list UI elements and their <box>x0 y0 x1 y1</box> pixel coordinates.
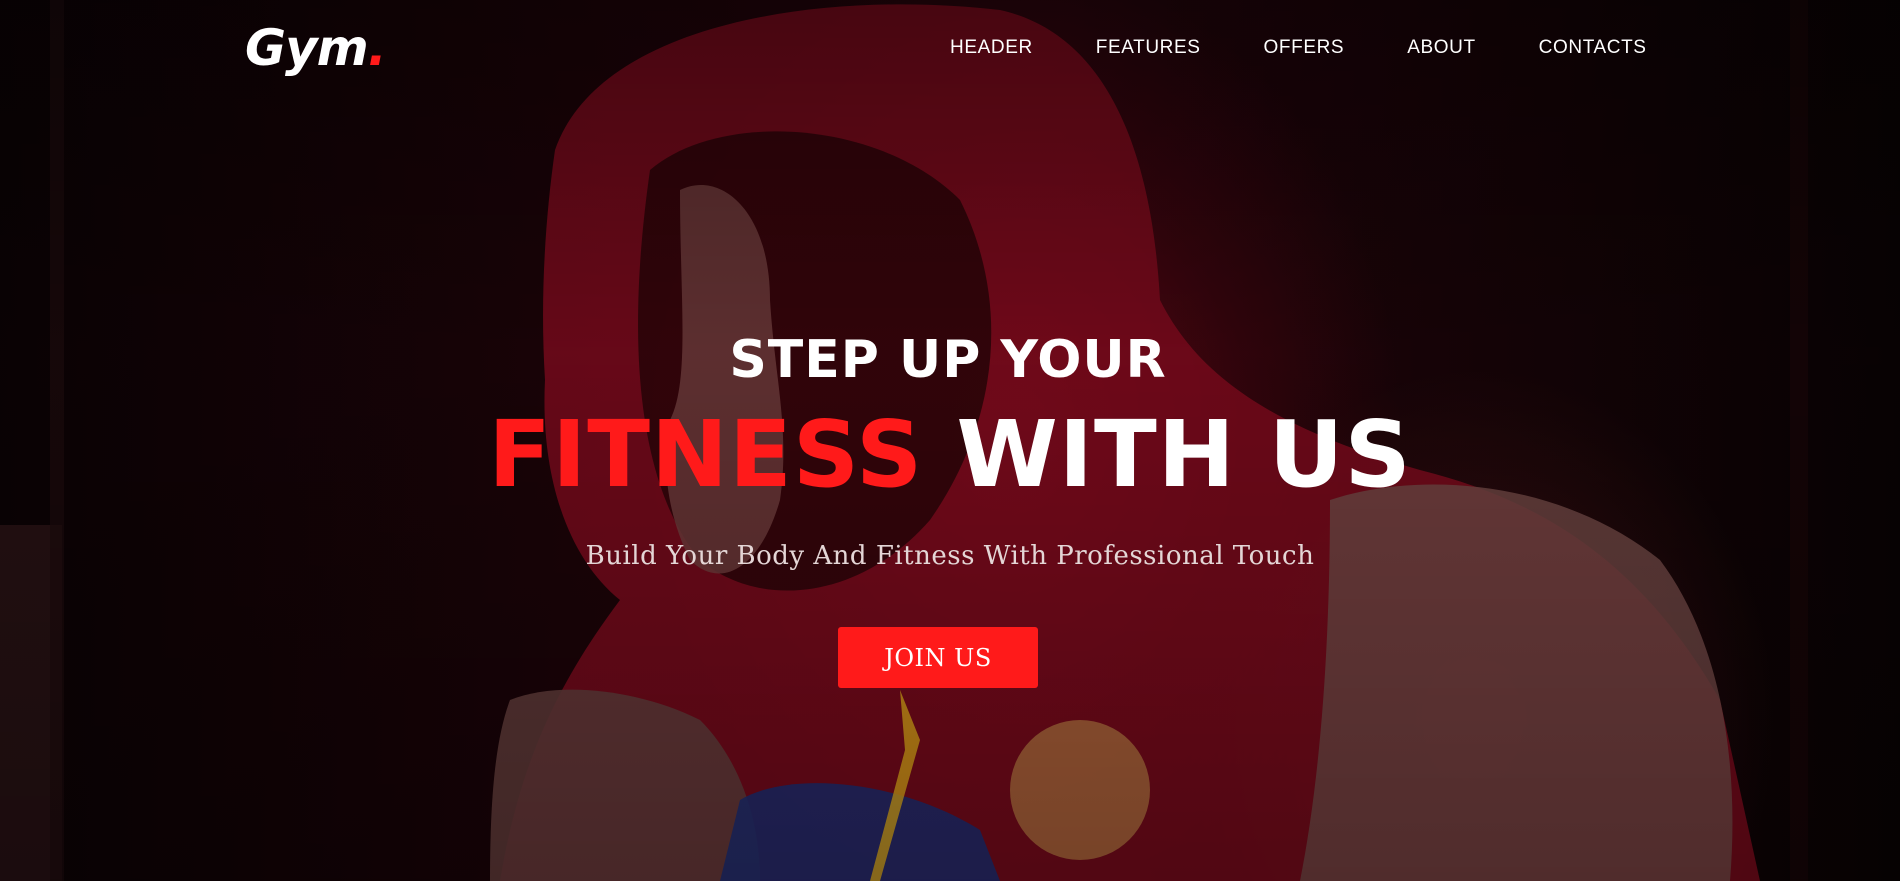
nav-item-features[interactable]: FEATURES <box>1096 36 1201 60</box>
brand-name: Gym <box>245 19 369 77</box>
hero-headline-line2: FITNESS WITH US <box>0 400 1900 510</box>
brand-dot: . <box>367 19 387 77</box>
hero-headline-line1: STEP UP YOUR <box>729 330 1167 390</box>
nav-item-header[interactable]: HEADER <box>950 36 1033 60</box>
brand-logo[interactable]: Gym. <box>245 18 387 78</box>
nav-item-offers[interactable]: OFFERS <box>1264 36 1345 60</box>
navbar: Gym. HEADER FEATURES OFFERS ABOUT CONTAC… <box>0 0 1900 96</box>
join-us-button[interactable]: JOIN US <box>838 627 1038 688</box>
hero-rest-words: WITH US <box>956 401 1412 508</box>
nav-item-about[interactable]: ABOUT <box>1407 36 1475 60</box>
nav-item-contacts[interactable]: CONTACTS <box>1539 36 1647 60</box>
hero-section: Gym. HEADER FEATURES OFFERS ABOUT CONTAC… <box>0 0 1900 881</box>
main-nav: HEADER FEATURES OFFERS ABOUT CONTACTS <box>950 36 1647 60</box>
hero-subtitle: Build Your Body And Fitness With Profess… <box>585 541 1315 571</box>
hero-accent-word: FITNESS <box>488 401 924 508</box>
